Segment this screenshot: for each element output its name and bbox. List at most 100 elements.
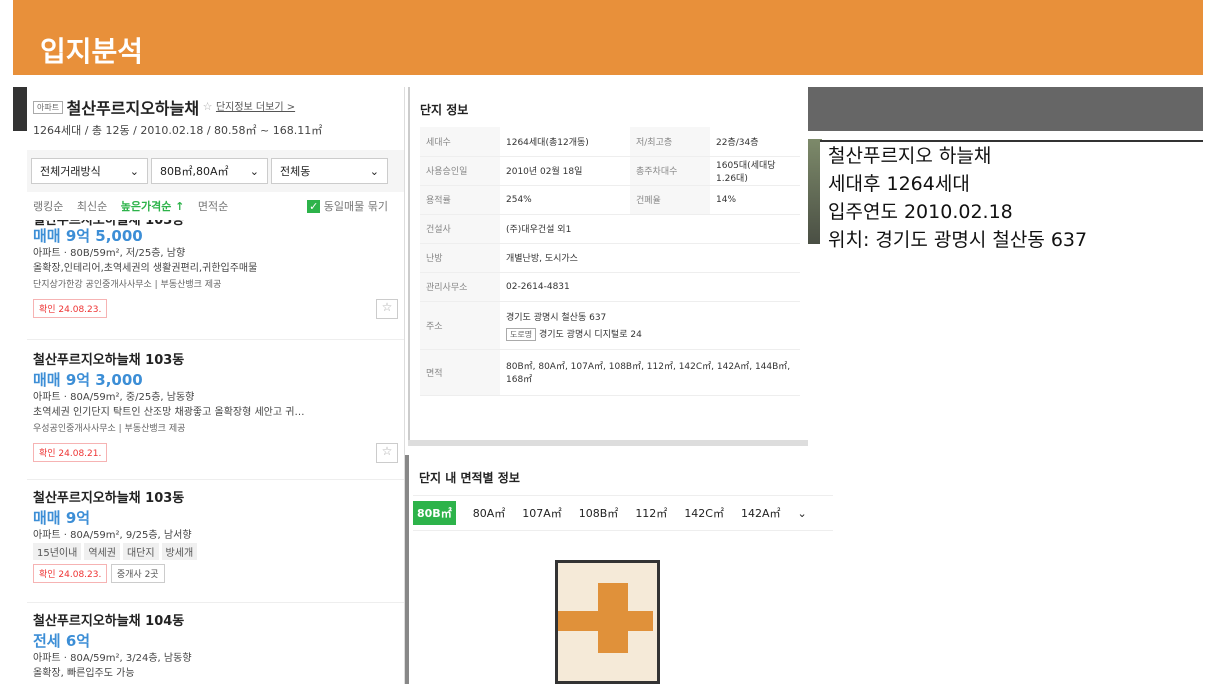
checkbox-label: 동일매물 묶기 (323, 200, 388, 213)
complex-info-table: 세대수 1264세대(총12개동) 저/최고층 22층/34층 사용승인일 2010년 … (420, 127, 800, 396)
summary-line: 세대후 1264세대 (828, 173, 970, 195)
info-key: 총주차대수 (630, 156, 710, 186)
confirm-badge: 확인 24.08.21. (33, 443, 108, 462)
listing-price: 전세 6억 (33, 632, 91, 650)
info-value: 254% (500, 185, 630, 215)
listing-price: 매매 9억 5,000 (33, 227, 143, 245)
listing-price: 매매 9억 3,000 (33, 371, 143, 389)
summary-line: 입주연도 2010.02.18 (828, 201, 1013, 223)
tab-108b[interactable]: 108B㎡ (579, 505, 619, 521)
info-value: (주)대우건설 외1 (500, 214, 800, 244)
slide-header: 입지분석 (13, 0, 1203, 75)
sort-ranking[interactable]: 랭킹순 (33, 200, 63, 213)
star-icon[interactable]: ☆ (203, 100, 213, 113)
floor-plan-image (555, 560, 660, 684)
listing-name: 철산푸르지오하늘채 104동 (33, 614, 185, 629)
sort-latest[interactable]: 최신순 (77, 200, 107, 213)
road-address: 경기도 광명시 디지털로 24 (538, 329, 642, 340)
info-value: 2010년 02월 18일 (500, 156, 630, 186)
info-key: 난방 (420, 243, 500, 273)
trade-type-select[interactable]: 전체거래방식 ⌄ (31, 158, 148, 184)
sort-area[interactable]: 면적순 (198, 200, 228, 213)
chevron-down-icon[interactable]: ⌄ (798, 507, 807, 520)
select-value: 80B㎡,80A㎡ (160, 165, 229, 178)
brokers-dropdown[interactable]: 중개사 2곳 (110, 564, 165, 583)
listing-detail: 아파트 · 80A/59m², 9/25층, 남서향 (33, 530, 192, 541)
info-value: 경기도 광명시 철산동 637 도로명 경기도 광명시 디지털로 24 (500, 301, 800, 350)
listing-item[interactable]: 철산푸르지오하늘채 103동 매매 9억 아파트 · 80A/59m², 9/2… (27, 480, 404, 603)
background-bar (808, 87, 1203, 131)
info-key: 저/최고층 (630, 127, 710, 157)
tab-107a[interactable]: 107A㎡ (522, 505, 562, 521)
info-key: 건폐율 (630, 185, 710, 215)
address: 경기도 광명시 철산동 637 (506, 312, 607, 323)
tag: 방세개 (161, 543, 198, 560)
chevron-down-icon: ⌄ (369, 164, 379, 178)
tag: 15년이내 (33, 543, 82, 560)
info-value: 1264세대(총12개동) (500, 127, 630, 157)
complex-info-panel: 단지 정보 세대수 1264세대(총12개동) 저/최고층 22층/34층 사용승인일… (408, 87, 808, 440)
complex-summary: 1264세대 / 총 12동 / 2010.02.18 / 80.58㎡ ~ 1… (33, 124, 323, 137)
info-key: 용적률 (420, 185, 500, 215)
info-key: 세대수 (420, 127, 500, 157)
slide-title: 입지분석 (40, 35, 144, 68)
building-select[interactable]: 전체동 ⌄ (271, 158, 388, 184)
summary-line: 위치: 경기도 광명시 철산동 637 (828, 229, 1088, 251)
info-value: 1605대(세대당 1.26대) (710, 156, 800, 186)
select-value: 전체동 (280, 165, 311, 178)
info-value: 80B㎡, 80A㎡, 107A㎡, 108B㎡, 112㎡, 142C㎡, 1… (500, 349, 800, 396)
info-value: 22층/34층 (710, 127, 800, 157)
listing-desc: 올확장,인테리어,초역세권의 생활권편리,귀한입주매물 (33, 263, 258, 274)
divider (408, 440, 808, 446)
info-key: 면적 (420, 349, 500, 396)
listing-agent: 단지상가한강 공인중개사사무소 | 부동산뱅크 제공 (33, 280, 222, 290)
tab-142c[interactable]: 142C㎡ (684, 505, 724, 521)
listing-item[interactable]: 철산푸르지오하늘채 104동 전세 6억 아파트 · 80A/59m², 3/2… (27, 603, 404, 681)
sort-price-high[interactable]: 높은가격순 ↑ (121, 200, 185, 213)
listing-panel: 아파트 철산푸르지오하늘채 ☆ 단지정보 더보기 > 1264세대 / 총 12… (27, 87, 405, 684)
listing-desc: 올확장, 빠른입주도 가능 (33, 668, 135, 679)
listing-item[interactable]: 철산푸르지오하늘채 103동 매매 9억 3,000 아파트 · 80A/59m… (27, 340, 404, 480)
listing-detail: 아파트 · 80B/59m², 저/25층, 남향 (33, 248, 186, 259)
tab-112[interactable]: 112㎡ (635, 505, 667, 521)
area-info-title: 단지 내 면적별 정보 (419, 471, 520, 485)
complex-info-title: 단지 정보 (420, 103, 469, 117)
tab-80b[interactable]: 80B㎡ (413, 501, 456, 525)
star-icon[interactable]: ☆ (376, 443, 398, 463)
tag: 역세권 (84, 543, 120, 560)
info-value: 개별난방, 도시가스 (500, 243, 800, 273)
listing-desc: 초역세권 인기단지 탁트인 산조망 채광좋고 올확장형 세안고 귀… (33, 407, 305, 418)
area-tabs: 80B㎡ 80A㎡ 107A㎡ 108B㎡ 112㎡ 142C㎡ 142A㎡ ⌄ (413, 495, 833, 531)
complex-name: 철산푸르지오하늘채 (66, 99, 200, 118)
info-value: 14% (710, 185, 800, 215)
confirm-badge: 확인 24.08.23. (33, 299, 108, 318)
listing-agent: 우성공인중개사사무소 | 부동산뱅크 제공 (33, 424, 186, 434)
area-select[interactable]: 80B㎡,80A㎡ ⌄ (151, 158, 268, 184)
type-badge: 아파트 (33, 100, 64, 114)
road-badge: 도로명 (506, 327, 537, 341)
info-key: 관리사무소 (420, 272, 500, 302)
tab-142a[interactable]: 142A㎡ (741, 505, 781, 521)
confirm-badge: 확인 24.08.23. (33, 564, 108, 583)
info-key: 사용승인일 (420, 156, 500, 186)
more-info-link[interactable]: 단지정보 더보기 > (216, 102, 295, 113)
listing-header: 아파트 철산푸르지오하늘채 ☆ 단지정보 더보기 > 1264세대 / 총 12… (27, 87, 404, 220)
listing-detail: 아파트 · 80A/59m², 3/24층, 남동향 (33, 653, 192, 664)
tab-80a[interactable]: 80A㎡ (473, 505, 506, 521)
listing-name: 철산푸르지오하늘채 103동 (33, 353, 185, 368)
info-key: 건설사 (420, 214, 500, 244)
info-value: 02-2614-4831 (500, 272, 800, 302)
group-same-checkbox[interactable]: ✓ 동일매물 묶기 (307, 198, 398, 214)
listing-detail: 아파트 · 80A/59m², 중/25층, 남동향 (33, 392, 195, 403)
listing-item[interactable]: 철산푸르지오하늘채 103동 매매 9억 5,000 아파트 · 80B/59m… (27, 220, 404, 340)
summary-line: 철산푸르지오 하늘채 (828, 145, 992, 167)
select-value: 전체거래방식 (40, 165, 101, 178)
tag: 대단지 (122, 543, 159, 560)
info-key: 주소 (420, 301, 500, 350)
floor-plan-hall (558, 611, 653, 631)
star-icon[interactable]: ☆ (376, 299, 398, 319)
listing-price: 매매 9억 (33, 509, 91, 527)
listing-name: 철산푸르지오하늘채 103동 (33, 491, 185, 506)
summary-box: 철산푸르지오 하늘채 세대후 1264세대 입주연도 2010.02.18 위치… (820, 140, 1203, 290)
chevron-down-icon: ⌄ (249, 164, 259, 178)
